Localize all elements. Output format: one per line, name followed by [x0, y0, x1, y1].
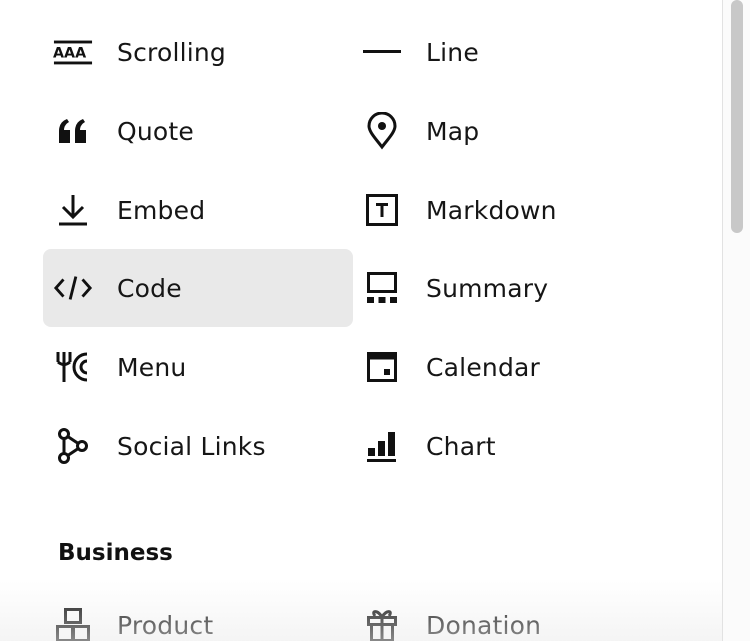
quote-icon: [53, 111, 93, 151]
block-calendar[interactable]: Calendar: [352, 328, 662, 406]
menu-fork-icon: [53, 347, 93, 387]
block-product-label: Product: [117, 611, 214, 640]
block-line[interactable]: Line: [352, 13, 662, 91]
scrollbar-track[interactable]: [722, 0, 750, 641]
block-markdown[interactable]: Markdown: [352, 171, 662, 249]
block-quote-label: Quote: [117, 117, 195, 146]
section-title-business: Business: [58, 540, 173, 566]
social-links-icon: [53, 426, 93, 466]
code-icon: [53, 268, 93, 308]
block-map-label: Map: [426, 117, 480, 146]
product-boxes-icon: [53, 605, 93, 641]
block-map[interactable]: Map: [352, 92, 662, 170]
summary-icon: [362, 268, 402, 308]
block-markdown-label: Markdown: [426, 196, 557, 225]
block-scrolling[interactable]: AAA Scrolling: [43, 13, 353, 91]
block-quote[interactable]: Quote: [43, 92, 353, 170]
scrolling-text-icon: AAA: [53, 32, 93, 72]
block-summary[interactable]: Summary: [352, 249, 662, 327]
block-embed-label: Embed: [117, 196, 206, 225]
block-chart-label: Chart: [426, 432, 496, 461]
block-line-label: Line: [426, 38, 479, 67]
markdown-icon: [362, 190, 402, 230]
block-code[interactable]: Code: [43, 249, 353, 327]
block-picker-panel: AAA Scrolling Quote Embed Code Menu Soci…: [0, 0, 722, 641]
block-summary-label: Summary: [426, 274, 549, 303]
block-menu-label: Menu: [117, 353, 187, 382]
block-donation[interactable]: Donation: [352, 586, 662, 641]
calendar-icon: [362, 347, 402, 387]
donation-gift-icon: [362, 605, 402, 641]
block-social-links-label: Social Links: [117, 432, 266, 461]
block-donation-label: Donation: [426, 611, 542, 640]
scrollbar-thumb[interactable]: [731, 0, 743, 233]
line-icon: [362, 32, 402, 72]
block-embed[interactable]: Embed: [43, 171, 353, 249]
block-calendar-label: Calendar: [426, 353, 541, 382]
chart-icon: [362, 426, 402, 466]
block-menu[interactable]: Menu: [43, 328, 353, 406]
svg-text:AAA: AAA: [53, 46, 86, 62]
block-code-label: Code: [117, 274, 182, 303]
block-social-links[interactable]: Social Links: [43, 407, 353, 485]
map-pin-icon: [362, 111, 402, 151]
block-chart[interactable]: Chart: [352, 407, 662, 485]
block-product[interactable]: Product: [43, 586, 353, 641]
embed-download-icon: [53, 190, 93, 230]
block-scrolling-label: Scrolling: [117, 38, 226, 67]
